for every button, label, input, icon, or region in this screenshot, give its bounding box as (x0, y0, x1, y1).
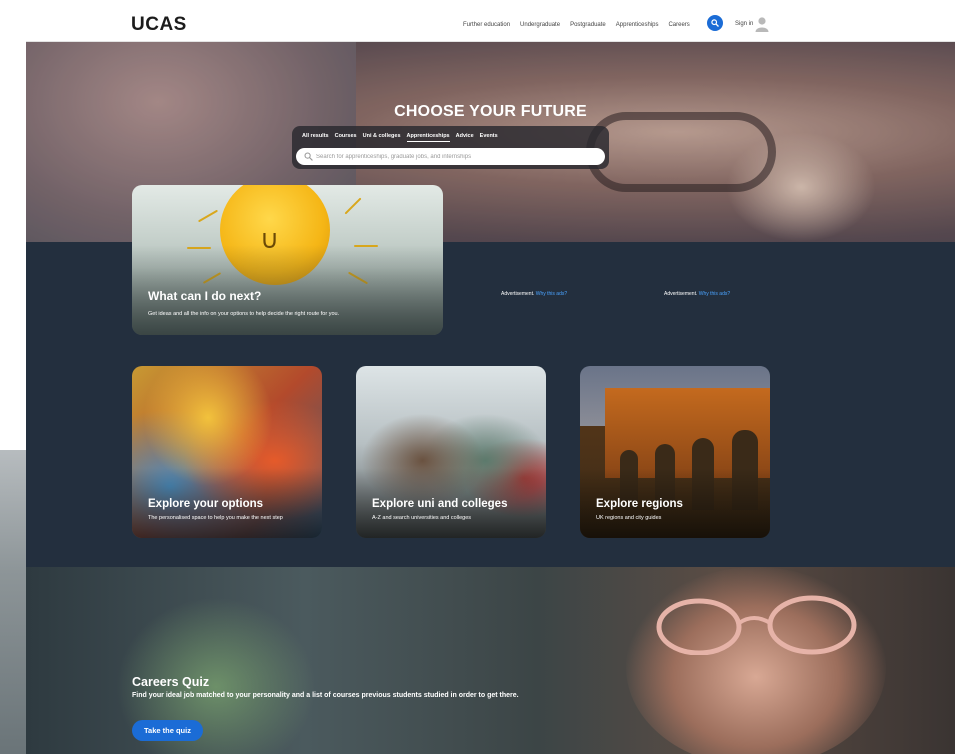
feature-card-what-next[interactable]: ∪ What can I do next? Get ideas and all … (132, 185, 443, 335)
banner-subtitle: Find your ideal job matched to your pers… (132, 692, 519, 699)
ucas-logo[interactable]: UCAS (131, 14, 187, 36)
ad-label: Advertisement. (501, 291, 535, 297)
tab-uni-colleges[interactable]: Uni & colleges (363, 133, 401, 142)
search-icon (304, 152, 313, 161)
banner-title: Careers Quiz (132, 675, 210, 689)
hero-title: CHOOSE YOUR FUTURE (394, 103, 587, 120)
card-explore-options[interactable]: Explore your options The personalised sp… (132, 366, 322, 538)
nav-further-education[interactable]: Further education (463, 22, 510, 28)
ad-why-link[interactable]: Why this ads? (536, 291, 567, 297)
card-subtitle: UK regions and city guides (596, 515, 662, 521)
nav-postgraduate[interactable]: Postgraduate (570, 22, 606, 28)
glasses-image (656, 595, 857, 655)
left-edge-image (0, 450, 26, 754)
card-subtitle: A-Z and search universities and colleges (372, 515, 472, 521)
search-tabs: All results Courses Uni & colleges Appre… (302, 133, 498, 142)
tab-courses[interactable]: Courses (335, 133, 357, 142)
take-quiz-button[interactable]: Take the quiz (132, 720, 203, 741)
main-nav: Further education Undergraduate Postgrad… (453, 8, 690, 42)
search-panel: All results Courses Uni & colleges Appre… (292, 126, 609, 169)
nav-apprenticeships[interactable]: Apprenticeships (616, 22, 659, 28)
tab-advice[interactable]: Advice (456, 133, 474, 142)
tab-all-results[interactable]: All results (302, 133, 329, 142)
page: UCAS Further education Undergraduate Pos… (0, 0, 955, 754)
search-input[interactable] (316, 149, 596, 164)
advertisement-slot-2: Advertisement. Why this ads? (664, 291, 730, 297)
search-icon (711, 19, 719, 27)
user-avatar-icon[interactable] (755, 16, 769, 32)
sign-in-link[interactable]: Sign in (735, 21, 753, 27)
ad-label: Advertisement. (664, 291, 698, 297)
card-title: Explore regions (596, 498, 683, 510)
bulb-ray (197, 209, 219, 223)
card-subtitle: The personalised space to help you make … (148, 515, 283, 521)
site-header: UCAS Further education Undergraduate Pos… (26, 8, 955, 42)
tab-apprenticeships[interactable]: Apprenticeships (406, 133, 450, 142)
header-search-button[interactable] (707, 15, 723, 31)
bulb-ray (344, 197, 362, 215)
card-explore-regions[interactable]: Explore regions UK regions and city guid… (580, 366, 770, 538)
nav-careers[interactable]: Careers (668, 22, 689, 28)
card-explore-unis[interactable]: Explore uni and colleges A-Z and search … (356, 366, 546, 538)
tab-events[interactable]: Events (480, 133, 498, 142)
card-title: Explore your options (148, 498, 264, 510)
ad-why-link[interactable]: Why this ads? (699, 291, 730, 297)
search-field (296, 148, 605, 165)
feature-subtitle: Get ideas and all the info on your optio… (148, 311, 340, 317)
feature-title: What can I do next? (148, 289, 262, 303)
nav-undergraduate[interactable]: Undergraduate (520, 22, 560, 28)
card-title: Explore uni and colleges (372, 498, 508, 510)
advertisement-slot-1: Advertisement. Why this ads? (501, 291, 567, 297)
